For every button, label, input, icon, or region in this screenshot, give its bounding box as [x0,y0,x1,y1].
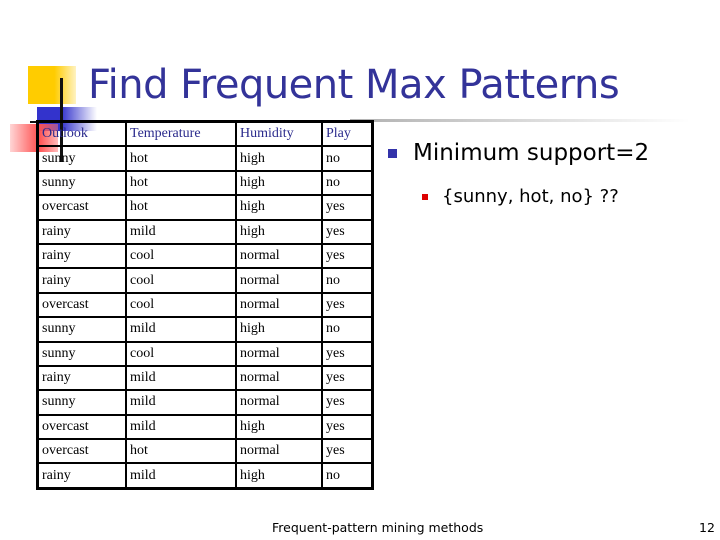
slide-title: Find Frequent Max Patterns [88,62,620,108]
cell-outlook: overcast [36,438,127,465]
cell-outlook: sunny [36,389,127,416]
min-support-text: Minimum support=2 [413,140,650,166]
slide-footer: Frequent-pattern mining methods [272,520,484,535]
cell-humidity: high [235,218,323,245]
cell-humidity: normal [235,364,323,392]
cell-outlook: rainy [36,242,127,270]
cell-humidity: normal [235,438,323,465]
pattern-question-text: {sunny, hot, no} ?? [442,186,619,207]
cell-outlook: sunny [36,169,127,197]
cell-temperature: cool [125,242,237,270]
cell-humidity: high [235,145,323,172]
cell-humidity: high [235,194,323,221]
cell-outlook: sunny [36,316,127,343]
cell-temperature: cool [125,267,237,294]
cell-play: yes [321,438,374,465]
cell-outlook: overcast [36,291,127,319]
cell-outlook: sunny [36,340,127,367]
cell-temperature: mild [125,218,237,245]
table-row: rainy mild normal yes [36,364,374,392]
cell-temperature: mild [125,364,237,392]
cell-temperature: hot [125,169,237,197]
square-bullet-icon [388,148,397,158]
table-row: sunny cool normal yes [36,340,374,367]
page-number: 12 [699,520,715,535]
table-row: rainy mild high no [36,462,374,490]
table-row: rainy cool normal no [36,267,374,294]
header-play: Play [321,120,374,148]
header-humidity: Humidity [235,120,323,148]
header-outlook: Outlook [36,120,127,148]
cell-humidity: high [235,169,323,197]
cell-play: no [321,267,374,294]
cell-humidity: high [235,462,323,490]
cell-outlook: rainy [36,364,127,392]
cell-temperature: hot [125,145,237,172]
cell-temperature: cool [125,340,237,367]
cell-outlook: overcast [36,413,127,441]
cell-play: yes [321,218,374,245]
cell-humidity: high [235,413,323,441]
cell-humidity: normal [235,389,323,416]
cell-outlook: rainy [36,462,127,490]
cell-outlook: overcast [36,194,127,221]
cell-play: yes [321,364,374,392]
cell-outlook: sunny [36,145,127,172]
table-row: rainy mild high yes [36,218,374,245]
cell-play: no [321,316,374,343]
title-divider [350,119,690,122]
cell-temperature: mild [125,462,237,490]
table-row: overcast mild high yes [36,413,374,441]
table-header-row: Outlook Temperature Humidity Play [36,120,374,148]
table-row: overcast hot normal yes [36,438,374,465]
cell-temperature: mild [125,413,237,441]
cell-play: yes [321,340,374,367]
cell-humidity: normal [235,340,323,367]
cell-outlook: rainy [36,267,127,294]
weather-table: Outlook Temperature Humidity Play sunny h… [36,120,374,490]
cell-temperature: hot [125,438,237,465]
cell-play: yes [321,291,374,319]
cell-play: yes [321,194,374,221]
table-row: overcast hot high yes [36,194,374,221]
cell-temperature: mild [125,316,237,343]
cell-play: no [321,462,374,490]
decor-yellow-square [28,66,76,104]
cell-play: no [321,169,374,197]
table-row: sunny mild high no [36,316,374,343]
cell-temperature: cool [125,291,237,319]
table-row: rainy cool normal yes [36,242,374,270]
cell-temperature: hot [125,194,237,221]
header-temperature: Temperature [125,120,237,148]
table-row: sunny mild normal yes [36,389,374,416]
table-row: sunny hot high no [36,145,374,172]
cell-outlook: rainy [36,218,127,245]
table-row: overcast cool normal yes [36,291,374,319]
bullet-level2: {sunny, hot, no} ?? [422,186,619,207]
cell-humidity: high [235,316,323,343]
cell-humidity: normal [235,242,323,270]
square-bullet-icon [422,193,428,200]
cell-temperature: mild [125,389,237,416]
cell-humidity: normal [235,267,323,294]
bullet-level1: Minimum support=2 [388,140,649,166]
cell-play: yes [321,413,374,441]
cell-play: yes [321,242,374,270]
table-row: sunny hot high no [36,169,374,197]
cell-humidity: normal [235,291,323,319]
cell-play: no [321,145,374,172]
cell-play: yes [321,389,374,416]
